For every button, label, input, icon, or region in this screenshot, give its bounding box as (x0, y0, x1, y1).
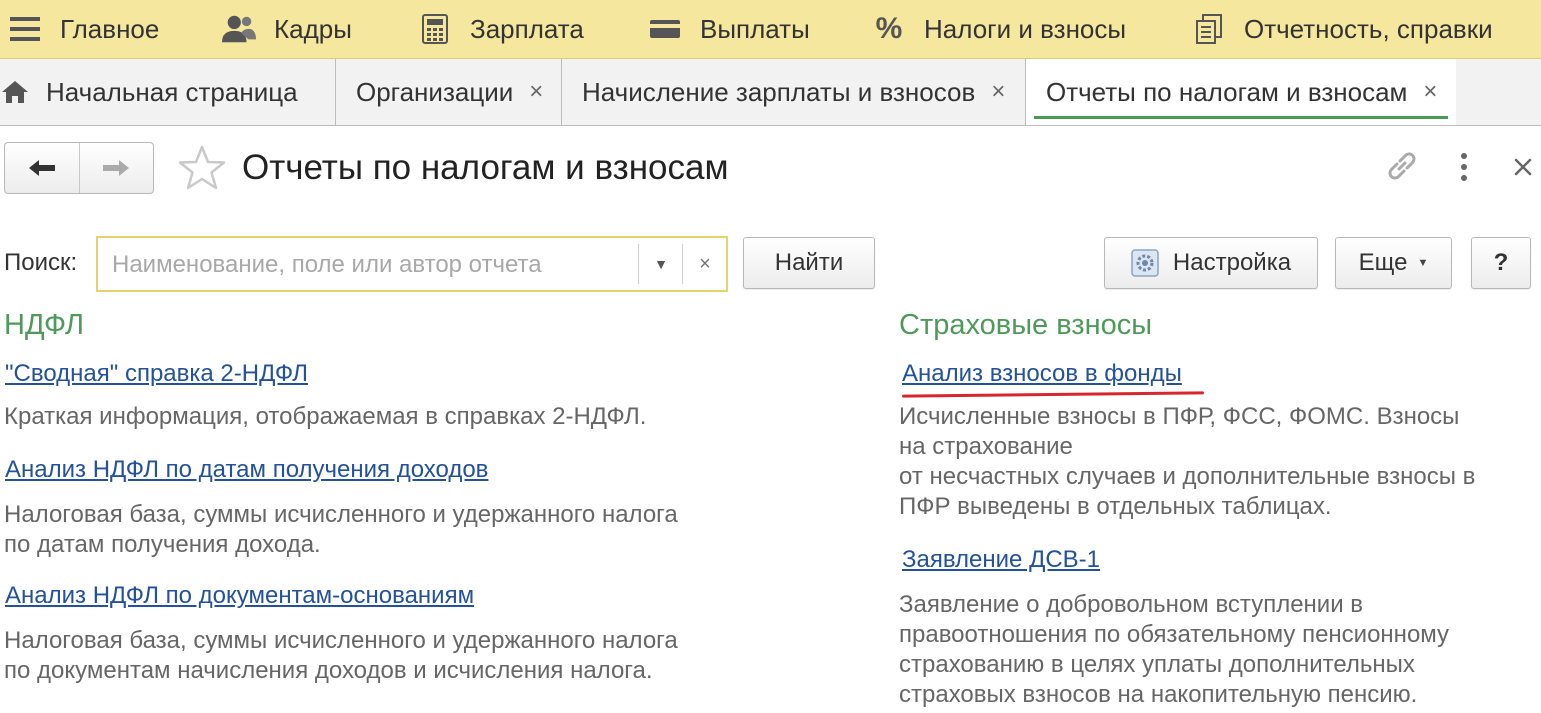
people-icon (222, 12, 256, 46)
search-input[interactable] (110, 246, 629, 284)
report-link-dsv1[interactable]: Заявление ДСВ-1 (902, 546, 1100, 574)
settings-button[interactable]: Настройка (1104, 237, 1318, 289)
link-icon[interactable] (1384, 148, 1420, 184)
chevron-down-icon: ▼ (654, 256, 668, 272)
arrow-left-icon (28, 160, 55, 176)
divider (682, 244, 683, 284)
description-line: по датам получения дохода. (4, 531, 321, 558)
menu-item-label: Отчетность, справки (1244, 13, 1493, 44)
report-link-ndfl-by-income-dates[interactable]: Анализ НДФЛ по датам получения доходов (5, 456, 488, 484)
close-tab-icon[interactable]: × (991, 78, 1005, 106)
back-button[interactable] (5, 143, 79, 193)
chevron-down-icon: ▼ (1417, 257, 1429, 269)
highlight-underline (901, 391, 1205, 398)
description-line: правоотношения по обязательному пенсионн… (899, 621, 1450, 648)
description-line: от несчастных случаев и дополнительные в… (899, 463, 1476, 490)
main-menu-bar: Главное Кадры Зарплата Выплаты % Налоги … (0, 0, 1541, 59)
report-link-contributions-analysis[interactable]: Анализ взносов в фонды (902, 360, 1182, 388)
menu-item-label: Главное (60, 13, 160, 44)
tab-bar: Начальная страница Организации × Начисле… (0, 59, 1541, 126)
search-label: Поиск: (4, 249, 78, 276)
description-line: Заявление о добровольном вступлении в (899, 591, 1364, 618)
section-title-insurance: Страховые взносы (899, 309, 1153, 341)
arrow-right-icon (103, 160, 130, 176)
menu-item-main[interactable]: Главное (8, 0, 159, 58)
description-line: Налоговая база, суммы исчисленного и уде… (4, 501, 678, 528)
settings-icon (1131, 249, 1159, 277)
description-line: страховых взносов на накопительную пенси… (899, 681, 1418, 708)
tab-payroll[interactable]: Начисление зарплаты и взносов × (562, 59, 1026, 125)
clear-search-button[interactable]: × (684, 238, 726, 290)
menu-item-label: Налоги и взносы (924, 13, 1127, 44)
find-button-label: Найти (774, 249, 844, 276)
description-line: Налоговая база, суммы исчисленного и уде… (4, 627, 678, 654)
report-link-ndfl-by-documents[interactable]: Анализ НДФЛ по документам-основаниям (5, 582, 474, 610)
menu-item-payments[interactable]: Выплаты (648, 0, 810, 58)
report-description: Исчисленные взносы в ПФР, ФСС, ФОМС. Взн… (899, 402, 1475, 522)
divider (638, 244, 639, 284)
hamburger-icon[interactable] (8, 12, 42, 46)
tab-home[interactable]: Начальная страница (0, 59, 336, 125)
home-icon (0, 80, 30, 104)
more-vertical-icon[interactable] (1450, 150, 1478, 184)
report-link-summary-2ndfl[interactable]: "Сводная" справка 2-НДФЛ (5, 360, 308, 388)
menu-item-salary[interactable]: Зарплата (418, 0, 584, 58)
menu-item-reports[interactable]: Отчетность, справки (1192, 0, 1493, 58)
description-line: страхованию в целях уплаты дополнительны… (899, 651, 1415, 678)
active-tab-indicator (1034, 116, 1448, 119)
calculator-icon (418, 12, 452, 46)
tab-label: Отчеты по налогам и взносам (1046, 76, 1408, 107)
help-button-label: ? (1493, 249, 1509, 276)
favorite-star-icon[interactable] (178, 144, 226, 192)
tab-label: Начисление зарплаты и взносов (582, 76, 976, 107)
tab-organizations[interactable]: Организации × (336, 59, 562, 125)
help-button[interactable]: ? (1471, 237, 1531, 289)
more-button-label: Еще (1358, 249, 1408, 276)
page-title: Отчеты по налогам и взносам (242, 148, 729, 187)
forward-button[interactable] (78, 143, 154, 193)
menu-item-label: Зарплата (470, 13, 584, 44)
menu-item-hr[interactable]: Кадры (222, 0, 352, 58)
find-button[interactable]: Найти (743, 237, 875, 289)
description-line: по документам начисления доходов и исчис… (4, 657, 653, 684)
more-button[interactable]: Еще ▼ (1335, 237, 1452, 289)
report-description: Налоговая база, суммы исчисленного и уде… (4, 626, 678, 686)
description-line: ПФР выведены в отдельных таблицах. (899, 493, 1332, 520)
section-title-ndfl: НДФЛ (4, 309, 85, 341)
menu-item-label: Кадры (274, 13, 352, 44)
description-line: Исчисленные взносы в ПФР, ФСС, ФОМС. Взн… (899, 403, 1460, 430)
menu-item-taxes[interactable]: % Налоги и взносы (872, 0, 1126, 58)
description-line: на страхование (899, 433, 1073, 460)
close-icon[interactable] (1508, 150, 1538, 184)
documents-icon (1192, 12, 1226, 46)
menu-item-label: Выплаты (700, 13, 810, 44)
report-description: Налоговая база, суммы исчисленного и уде… (4, 500, 678, 560)
close-tab-icon[interactable]: × (1423, 78, 1437, 106)
close-tab-icon[interactable]: × (529, 78, 543, 106)
report-description: Заявление о добровольном вступлении в пр… (899, 590, 1449, 710)
tab-label: Начальная страница (46, 76, 298, 107)
tab-tax-reports[interactable]: Отчеты по налогам и взносам × (1026, 59, 1456, 125)
tab-label: Организации (356, 76, 514, 107)
clear-icon: × (699, 252, 711, 275)
settings-button-label: Настройка (1172, 249, 1292, 276)
search-history-dropdown[interactable]: ▼ (642, 238, 680, 290)
percent-icon: % (875, 12, 903, 45)
wallet-icon (648, 12, 682, 46)
search-field: ▼ × (96, 236, 728, 292)
description-line: Краткая информация, отображаемая в справ… (4, 403, 647, 430)
navigation-buttons (4, 142, 154, 194)
report-description: Краткая информация, отображаемая в справ… (4, 402, 646, 432)
